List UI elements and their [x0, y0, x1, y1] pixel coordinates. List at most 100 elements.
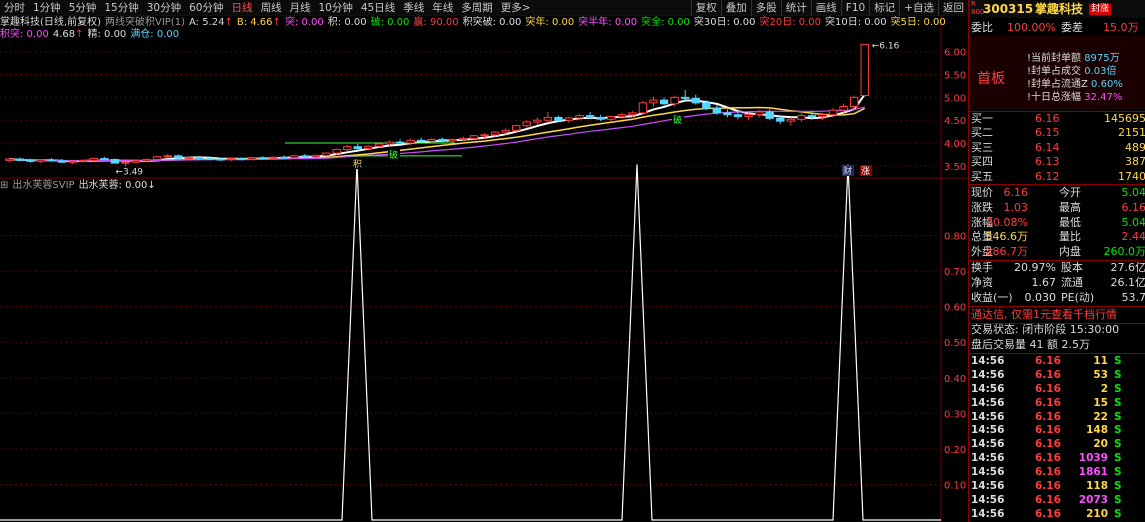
toolbar-button[interactable]: 返回: [938, 0, 968, 16]
sub-tick-label: 0.60: [944, 303, 966, 314]
value-tu5: 突5日: 0.00: [890, 17, 946, 28]
candle[interactable]: [533, 117, 542, 125]
period-tab[interactable]: 周线: [257, 0, 286, 16]
promo-link[interactable]: 通达信, 仅需1元查看千档行情: [971, 307, 1145, 323]
ji-tag: 积: [353, 158, 362, 170]
candle[interactable]: [195, 155, 204, 160]
candle[interactable]: [15, 157, 25, 162]
sub-indicator-bar: ⊞ 出水芙蓉SVIP 出水芙蓉: 0.00↓: [0, 179, 156, 192]
sub-tick-label: 0.20: [944, 445, 966, 456]
candle[interactable]: [617, 112, 627, 120]
toolbar-button[interactable]: F10: [840, 0, 869, 16]
stats-value: 1.67: [1031, 275, 1057, 289]
limit-up-badge: 封涨: [1089, 4, 1112, 15]
tick-side: S: [1114, 466, 1122, 479]
value-tu: 突: 0.00: [284, 17, 324, 28]
period-tab[interactable]: 更多>: [497, 0, 535, 16]
tick-time: 14:56: [971, 355, 1005, 367]
candle[interactable]: [564, 116, 574, 123]
bid-price: 6.13: [1035, 155, 1060, 169]
period-tab[interactable]: 15分钟: [100, 0, 142, 16]
quote-block: 现价 6.16 今开 5.04 涨跌 1.03 最高 6.16 涨幅 20.08% 最低 5.04 总量…: [969, 186, 1145, 260]
tick-row: 14:56 6.16 210 S: [969, 508, 1145, 522]
period-tab[interactable]: 30分钟: [143, 0, 185, 16]
stats-row: 净资 1.67 流通 26.1亿: [969, 276, 1145, 291]
candle[interactable]: [712, 104, 722, 115]
candle[interactable]: [448, 138, 458, 143]
period-tab[interactable]: 60分钟: [185, 0, 227, 16]
candle[interactable]: [258, 156, 267, 160]
candle[interactable]: [343, 144, 352, 152]
candle[interactable]: [131, 159, 141, 164]
candle[interactable]: [79, 159, 88, 163]
candle[interactable]: [638, 101, 648, 115]
candle[interactable]: [36, 159, 46, 164]
period-tab[interactable]: 45日线: [357, 0, 399, 16]
candle[interactable]: [121, 161, 130, 167]
sub-indicator-value: 出水芙蓉: 0.00↓: [78, 180, 156, 191]
after-hours: 盘后交易量 41 额 2.5万: [971, 338, 1090, 351]
period-tab[interactable]: 1分钟: [29, 0, 65, 16]
candle[interactable]: [659, 97, 669, 106]
sub-tick-label: 0.40: [944, 374, 966, 385]
candle[interactable]: [300, 153, 310, 158]
period-tab[interactable]: 10分钟: [315, 0, 357, 16]
candle[interactable]: [57, 159, 67, 164]
toolbar-button[interactable]: 统计: [780, 0, 811, 16]
stats-label: 换手: [971, 261, 993, 274]
tick-row: 14:56 6.16 22 S: [969, 411, 1145, 425]
stock-code: 300315: [983, 2, 1034, 16]
seal-info-row: !十日总涨幅 32.47%: [1027, 91, 1145, 104]
seal-info-row: !封单占流通Z 0.60%: [1027, 78, 1145, 91]
candle[interactable]: [100, 156, 109, 161]
tick-list[interactable]: 14:56 6.16 11 S 14:56 6.16 53 S 14:56 6.16 2 S 14:56…: [969, 355, 1145, 522]
sub-indicator-expand-icon[interactable]: ⊞: [0, 179, 8, 192]
candle[interactable]: [110, 158, 120, 164]
candle[interactable]: [786, 117, 795, 126]
candle[interactable]: [543, 111, 553, 123]
candle[interactable]: [353, 143, 362, 150]
seal-label: !封单占流通Z: [1027, 79, 1092, 90]
candle[interactable]: [649, 96, 658, 107]
candle[interactable]: [47, 158, 56, 162]
candle[interactable]: [279, 155, 289, 160]
candle[interactable]: [607, 115, 616, 123]
tick-price: 6.16: [1035, 438, 1061, 451]
candle[interactable]: [226, 158, 236, 162]
quote-value: 2.44: [1121, 230, 1145, 244]
seal-value: 0.60%: [1091, 79, 1123, 90]
toolbar-button[interactable]: 叠加: [720, 0, 751, 16]
toolbar-button[interactable]: +自选: [899, 0, 938, 16]
period-tab[interactable]: 年线: [428, 0, 457, 16]
tick-side: S: [1114, 424, 1122, 437]
candle[interactable]: [237, 157, 246, 161]
toolbar-button[interactable]: 复权: [690, 0, 721, 16]
quote-row: 现价 6.16 今开 5.04: [969, 186, 1145, 201]
period-tab[interactable]: 日线: [228, 0, 257, 16]
candle[interactable]: [797, 112, 806, 123]
sub-tick-label: 0.80: [944, 232, 966, 243]
candle[interactable]: [5, 158, 14, 163]
period-tab[interactable]: 5分钟: [65, 0, 101, 16]
candle[interactable]: [522, 120, 531, 128]
period-tab[interactable]: 月线: [286, 0, 315, 16]
toolbar-button[interactable]: 多股: [750, 0, 781, 16]
tick-price: 6.16: [1035, 493, 1061, 506]
seal-value: 8975万: [1084, 53, 1120, 64]
candle[interactable]: [68, 160, 77, 165]
candle[interactable]: [723, 109, 732, 118]
candle[interactable]: [691, 94, 700, 105]
kline-chart[interactable]: 6.00 5.50 5.00 4.50 4.00 3.50 0.80 0.70 0.60 0.5…: [0, 0, 968, 522]
tick-row: 14:56 6.16 2 S: [969, 383, 1145, 397]
toolbar-button[interactable]: 画线: [810, 0, 841, 16]
tick-side: S: [1114, 452, 1122, 465]
tick-time: 14:56: [971, 382, 1005, 395]
period-tab[interactable]: 多周期: [457, 0, 497, 16]
period-tab[interactable]: 季线: [399, 0, 428, 16]
candle[interactable]: [596, 114, 605, 122]
period-tab[interactable]: 分时: [0, 0, 29, 16]
sub-indicator-name[interactable]: 出水芙蓉SVIP: [12, 179, 74, 192]
candle[interactable]: [290, 154, 299, 159]
toolbar-button[interactable]: 标记: [869, 0, 899, 16]
candle[interactable]: [860, 43, 869, 97]
